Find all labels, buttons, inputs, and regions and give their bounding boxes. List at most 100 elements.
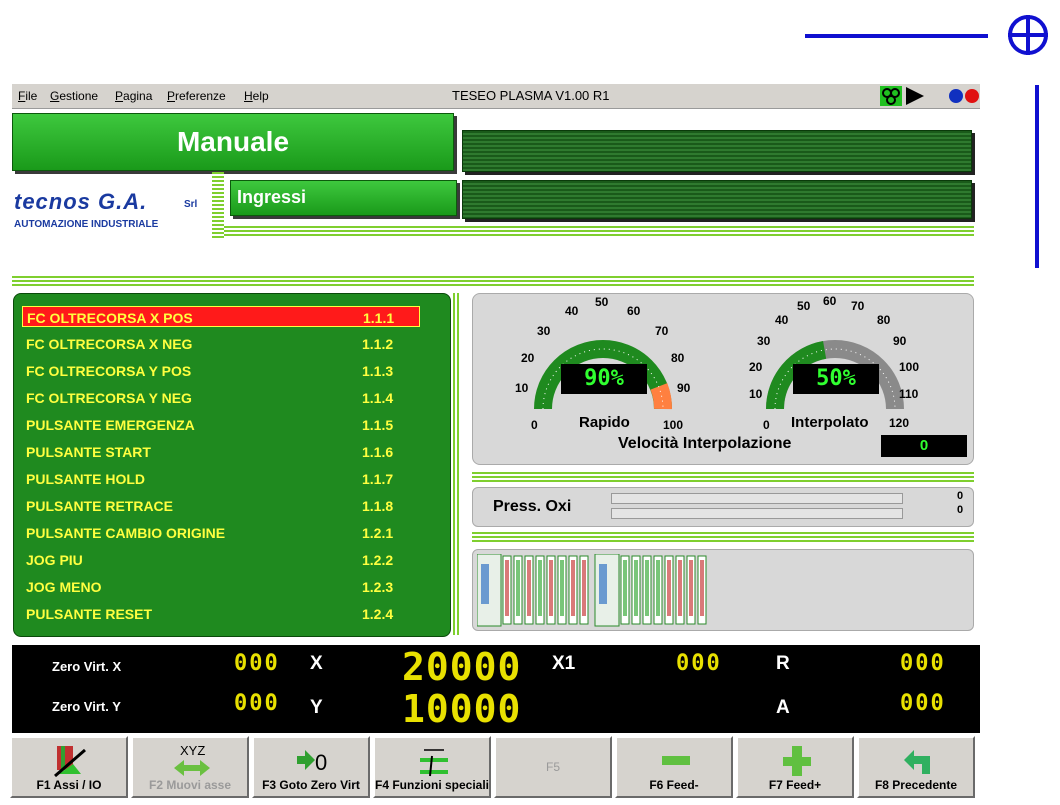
minus-icon xyxy=(662,756,690,765)
list-item[interactable]: JOG MENO 1.2.3 xyxy=(22,576,420,597)
gauge-tick: 20 xyxy=(749,360,763,374)
section-divider xyxy=(12,276,974,288)
list-item[interactable]: PULSANTE EMERGENZA 1.1.5 xyxy=(22,414,420,435)
app-title: TESEO PLASMA V1.00 R1 xyxy=(452,88,610,103)
axis-x-value: 20000 xyxy=(402,645,522,689)
axis-r-label: R xyxy=(776,653,790,674)
gauge-tick: 60 xyxy=(627,304,641,318)
speed-gauges-panel: 0 10 20 30 40 50 60 70 80 90 100 90% Rap… xyxy=(472,293,974,465)
gauge-tick: 90 xyxy=(893,334,907,348)
header-stripe-vertical xyxy=(212,172,224,240)
gauge-tick: 40 xyxy=(775,313,789,327)
crosshair-circle-icon xyxy=(1008,15,1048,55)
menu-pagina[interactable]: Pagina xyxy=(115,89,152,103)
axis-x-label: X xyxy=(310,653,323,674)
red-led-icon xyxy=(965,89,979,103)
list-item[interactable]: PULSANTE CAMBIO ORIGINE 1.2.1 xyxy=(22,522,420,543)
velocita-label: Velocità Interpolazione xyxy=(618,435,792,452)
axis-a-value: 000 xyxy=(900,691,946,716)
network-icon xyxy=(880,86,902,106)
f1-assi-io-button[interactable]: F1 Assi / IO xyxy=(10,736,128,798)
f8-precedente-button[interactable]: F8 Precedente xyxy=(857,736,975,798)
gauge-tick: 10 xyxy=(515,381,529,395)
axis-y-label: Y xyxy=(310,697,323,718)
top-divider-line xyxy=(805,34,988,38)
zero-virt-y-value: 000 xyxy=(234,691,280,716)
gauge-tick: 100 xyxy=(899,360,920,374)
rapido-value: 90% xyxy=(561,364,647,394)
list-item[interactable]: FC OLTRECORSA X NEG 1.1.2 xyxy=(22,333,420,354)
header-band-bottom xyxy=(462,180,972,219)
list-item[interactable]: FC OLTRECORSA X POS 1.1.1 xyxy=(22,306,420,327)
panel-separator xyxy=(453,293,461,635)
gauge-tick: 90 xyxy=(677,381,691,395)
play-icon xyxy=(906,87,924,105)
page-title-box: Manuale xyxy=(12,113,454,171)
interpolato-value: 50% xyxy=(793,364,879,394)
status-indicators xyxy=(880,86,979,106)
io-list: FC OLTRECORSA X POS 1.1.1 FC OLTRECORSA X… xyxy=(13,293,451,637)
axis-a-label: A xyxy=(776,697,790,718)
list-item[interactable]: FC OLTRECORSA Y POS 1.1.3 xyxy=(22,360,420,381)
back-arrow-icon xyxy=(904,750,930,774)
list-item[interactable]: PULSANTE HOLD 1.1.7 xyxy=(22,468,420,489)
gauge-tick: 120 xyxy=(889,416,910,430)
zero-virt-x-label: Zero Virt. X xyxy=(52,659,122,674)
axis-r-value: 000 xyxy=(900,651,946,676)
axis-x1-value: 000 xyxy=(676,651,722,676)
gauge-tick: 50 xyxy=(595,295,609,309)
menu-gestione[interactable]: Gestione xyxy=(50,89,98,103)
gauge-tick: 0 xyxy=(763,418,770,432)
position-readout: Zero Virt. X Zero Virt. Y 000 000 X Y 20… xyxy=(12,645,980,733)
list-item[interactable]: PULSANTE START 1.1.6 xyxy=(22,441,420,462)
zero-virt-y-label: Zero Virt. Y xyxy=(52,699,121,714)
gauge-tick: 100 xyxy=(663,418,684,432)
f6-feed-minus-button[interactable]: F6 Feed- xyxy=(615,736,733,798)
header-stripe-horizontal xyxy=(224,226,974,238)
list-item[interactable]: PULSANTE RETRACE 1.1.8 xyxy=(22,495,420,516)
subtitle-box: Ingressi xyxy=(230,180,457,216)
gauge-tick: 70 xyxy=(851,299,865,313)
pressure-value: 0 xyxy=(957,504,964,516)
gauge-tick: 10 xyxy=(749,387,763,401)
menu-file[interactable]: File xyxy=(18,89,37,103)
pressure-bar xyxy=(611,493,903,504)
blue-led-icon xyxy=(949,89,963,103)
io-modules-panel xyxy=(472,549,974,631)
section-divider xyxy=(472,532,974,542)
list-item[interactable]: FC OLTRECORSA Y NEG 1.1.4 xyxy=(22,387,420,408)
list-item[interactable]: PULSANTE RESET 1.2.4 xyxy=(22,603,420,624)
page-subtitle: Ingressi xyxy=(237,187,307,207)
f5-button[interactable]: F5 xyxy=(494,736,612,798)
rapido-label: Rapido xyxy=(579,414,630,431)
interpolato-label: Interpolato xyxy=(791,414,869,431)
svg-text:0: 0 xyxy=(315,750,327,775)
menu-preferenze[interactable]: Preferenze xyxy=(167,89,226,103)
zero-virt-x-value: 000 xyxy=(234,651,280,676)
pressure-panel: Press. Oxi 0 0 xyxy=(472,487,974,527)
f2-muovi-asse-button[interactable]: XYZ F2 Muovi asse xyxy=(131,736,249,798)
pressure-value: 0 xyxy=(957,490,964,502)
section-divider xyxy=(472,472,974,482)
pressure-label: Press. Oxi xyxy=(493,498,572,515)
special-functions-icon xyxy=(420,749,448,777)
f7-feed-plus-button[interactable]: F7 Feed+ xyxy=(736,736,854,798)
list-item[interactable]: JOG PIU 1.2.2 xyxy=(22,549,420,570)
gauge-tick: 80 xyxy=(877,313,891,327)
io-slash-icon xyxy=(54,746,86,778)
f3-goto-zero-virt-button[interactable]: 0 F3 Goto Zero Virt xyxy=(252,736,370,798)
svg-text:XYZ: XYZ xyxy=(180,744,205,758)
plus-icon xyxy=(783,746,811,776)
velocita-value: 0 xyxy=(881,435,967,457)
axis-x1-label: X1 xyxy=(552,653,576,674)
gauge-tick: 40 xyxy=(565,304,579,318)
gauge-tick: 30 xyxy=(537,324,551,338)
gauge-tick: 0 xyxy=(531,418,538,432)
goto-zero-icon: 0 xyxy=(297,750,327,775)
gauge-tick: 30 xyxy=(757,334,771,348)
menu-help[interactable]: Help xyxy=(244,89,269,103)
pressure-bar xyxy=(611,508,903,519)
f4-funzioni-speciali-button[interactable]: F4 Funzioni speciali xyxy=(373,736,491,798)
gauge-tick: 50 xyxy=(797,299,811,313)
menu-bar: File Gestione Pagina Preferenze Help TES… xyxy=(12,84,980,109)
